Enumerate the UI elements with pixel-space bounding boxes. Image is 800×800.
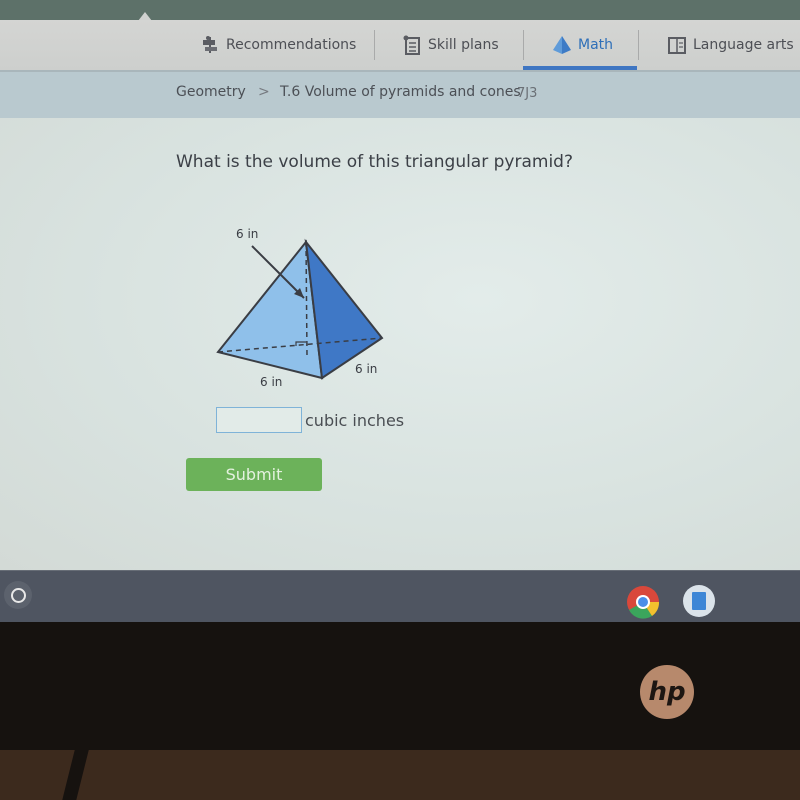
breadcrumb-skill: T.6 Volume of pyramids and cones [280, 84, 521, 100]
nav-label: Recommendations [226, 37, 357, 53]
unit-label: cubic inches [305, 411, 405, 430]
laptop-bezel: hp [0, 622, 800, 750]
breadcrumb-separator: > [258, 84, 270, 100]
base-right-label: 6 in [355, 362, 377, 376]
nav-item-math[interactable]: Math [552, 20, 613, 70]
submit-button[interactable]: Submit [186, 458, 322, 491]
nav-label: Skill plans [428, 37, 499, 53]
breadcrumb-subject[interactable]: Geometry [176, 84, 246, 100]
nav-item-recommendations[interactable]: Recommendations [200, 20, 356, 70]
nav-item-language-arts[interactable]: Language arts [667, 20, 794, 70]
base-left-label: 6 in [260, 375, 282, 389]
launcher-icon [10, 587, 26, 603]
docs-glyph [692, 592, 706, 610]
top-strip [0, 0, 800, 21]
book-icon [668, 37, 686, 54]
laptop-base [0, 738, 800, 800]
question-area: What is the volume of this triangular py… [0, 118, 800, 570]
chrome-icon[interactable] [626, 585, 660, 619]
nav-divider [638, 30, 639, 60]
screen: Recommendations Skill plans Math Languag… [0, 0, 800, 570]
subject-nav: Recommendations Skill plans Math Languag… [0, 20, 800, 72]
breadcrumb: Geometry > T.6 Volume of pyramids and co… [0, 72, 800, 118]
launcher-button[interactable] [4, 581, 32, 609]
nav-label: Math [578, 37, 614, 53]
height-label: 6 in [236, 227, 258, 241]
pyramid-figure: 6 in 6 in 6 in [216, 227, 384, 389]
answer-input[interactable] [216, 407, 302, 433]
nav-divider [374, 30, 375, 60]
nav-divider [523, 30, 524, 60]
signpost-icon [203, 36, 217, 53]
nav-label: Language arts [693, 37, 794, 53]
os-shelf [0, 570, 800, 627]
docs-icon[interactable] [683, 585, 715, 617]
skill-code: 7J3 [517, 86, 538, 101]
pyramid-icon [553, 36, 571, 54]
hp-logo: hp [640, 665, 694, 719]
nav-item-skill-plans[interactable]: Skill plans [402, 20, 499, 70]
active-tab-indicator [523, 66, 637, 70]
clipboard-icon [403, 35, 420, 55]
question-prompt: What is the volume of this triangular py… [176, 152, 573, 172]
